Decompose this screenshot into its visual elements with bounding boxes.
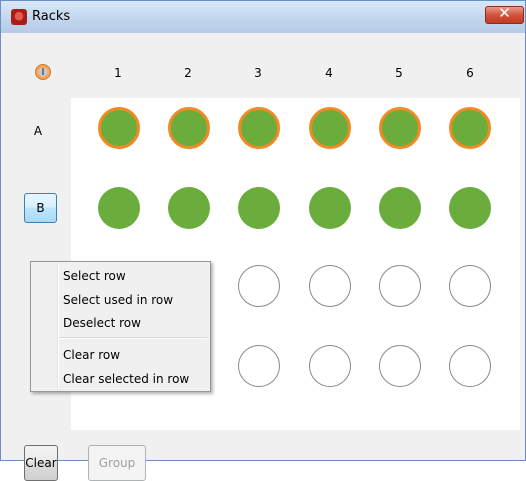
well-b2[interactable] [168,187,210,229]
rack-app-icon [11,9,27,25]
well-a5[interactable] [379,107,421,149]
close-button[interactable]: ✕ [485,4,524,24]
well-d6[interactable] [449,345,491,387]
well-b4[interactable] [309,187,351,229]
row-header-a[interactable]: A [23,124,53,138]
well-b6[interactable] [449,187,491,229]
well-a3[interactable] [238,107,280,149]
well-d5[interactable] [379,345,421,387]
well-b5[interactable] [379,187,421,229]
clear-button-label: Clear [25,456,57,470]
clear-button[interactable]: Clear [24,445,58,481]
menu-separator [59,337,207,339]
well-a4[interactable] [309,107,351,149]
racks-window: Racks ✕ 1 2 3 4 5 6 A B D Select row Sel… [0,0,526,481]
row-context-menu: Select row Select used in row Deselect r… [30,261,211,392]
menu-item-clear-row[interactable]: Clear row [63,348,120,362]
close-icon: ✕ [498,4,511,22]
well-c6[interactable] [449,265,491,307]
column-header-2[interactable]: 2 [173,66,203,80]
group-button[interactable]: Group [88,445,146,481]
group-button-label: Group [98,456,136,470]
well-c4[interactable] [309,265,351,307]
well-d4[interactable] [309,345,351,387]
well-b3[interactable] [238,187,280,229]
column-header-5[interactable]: 5 [384,66,414,80]
row-header-b[interactable]: B [24,193,57,223]
column-header-6[interactable]: 6 [455,66,485,80]
well-c5[interactable] [379,265,421,307]
menu-item-clear-selected-in-row[interactable]: Clear selected in row [63,372,189,386]
well-a6[interactable] [449,107,491,149]
well-c3[interactable] [238,265,280,307]
menu-item-deselect-row[interactable]: Deselect row [63,316,141,330]
menu-item-select-row[interactable]: Select row [63,269,126,283]
window-title: Racks [32,9,71,24]
title-bar: Racks ✕ [1,1,525,33]
menu-gutter [57,264,59,389]
menu-item-select-used-in-row[interactable]: Select used in row [63,293,173,307]
column-header-1[interactable]: 1 [103,66,133,80]
column-header-4[interactable]: 4 [314,66,344,80]
column-header-3[interactable]: 3 [243,66,273,80]
info-icon[interactable] [35,64,51,80]
well-a1[interactable] [98,107,140,149]
rack-panel: 1 2 3 4 5 6 A B D Select row Select used… [8,33,520,481]
well-d3[interactable] [238,345,280,387]
well-b1[interactable] [98,187,140,229]
well-a2[interactable] [168,107,210,149]
